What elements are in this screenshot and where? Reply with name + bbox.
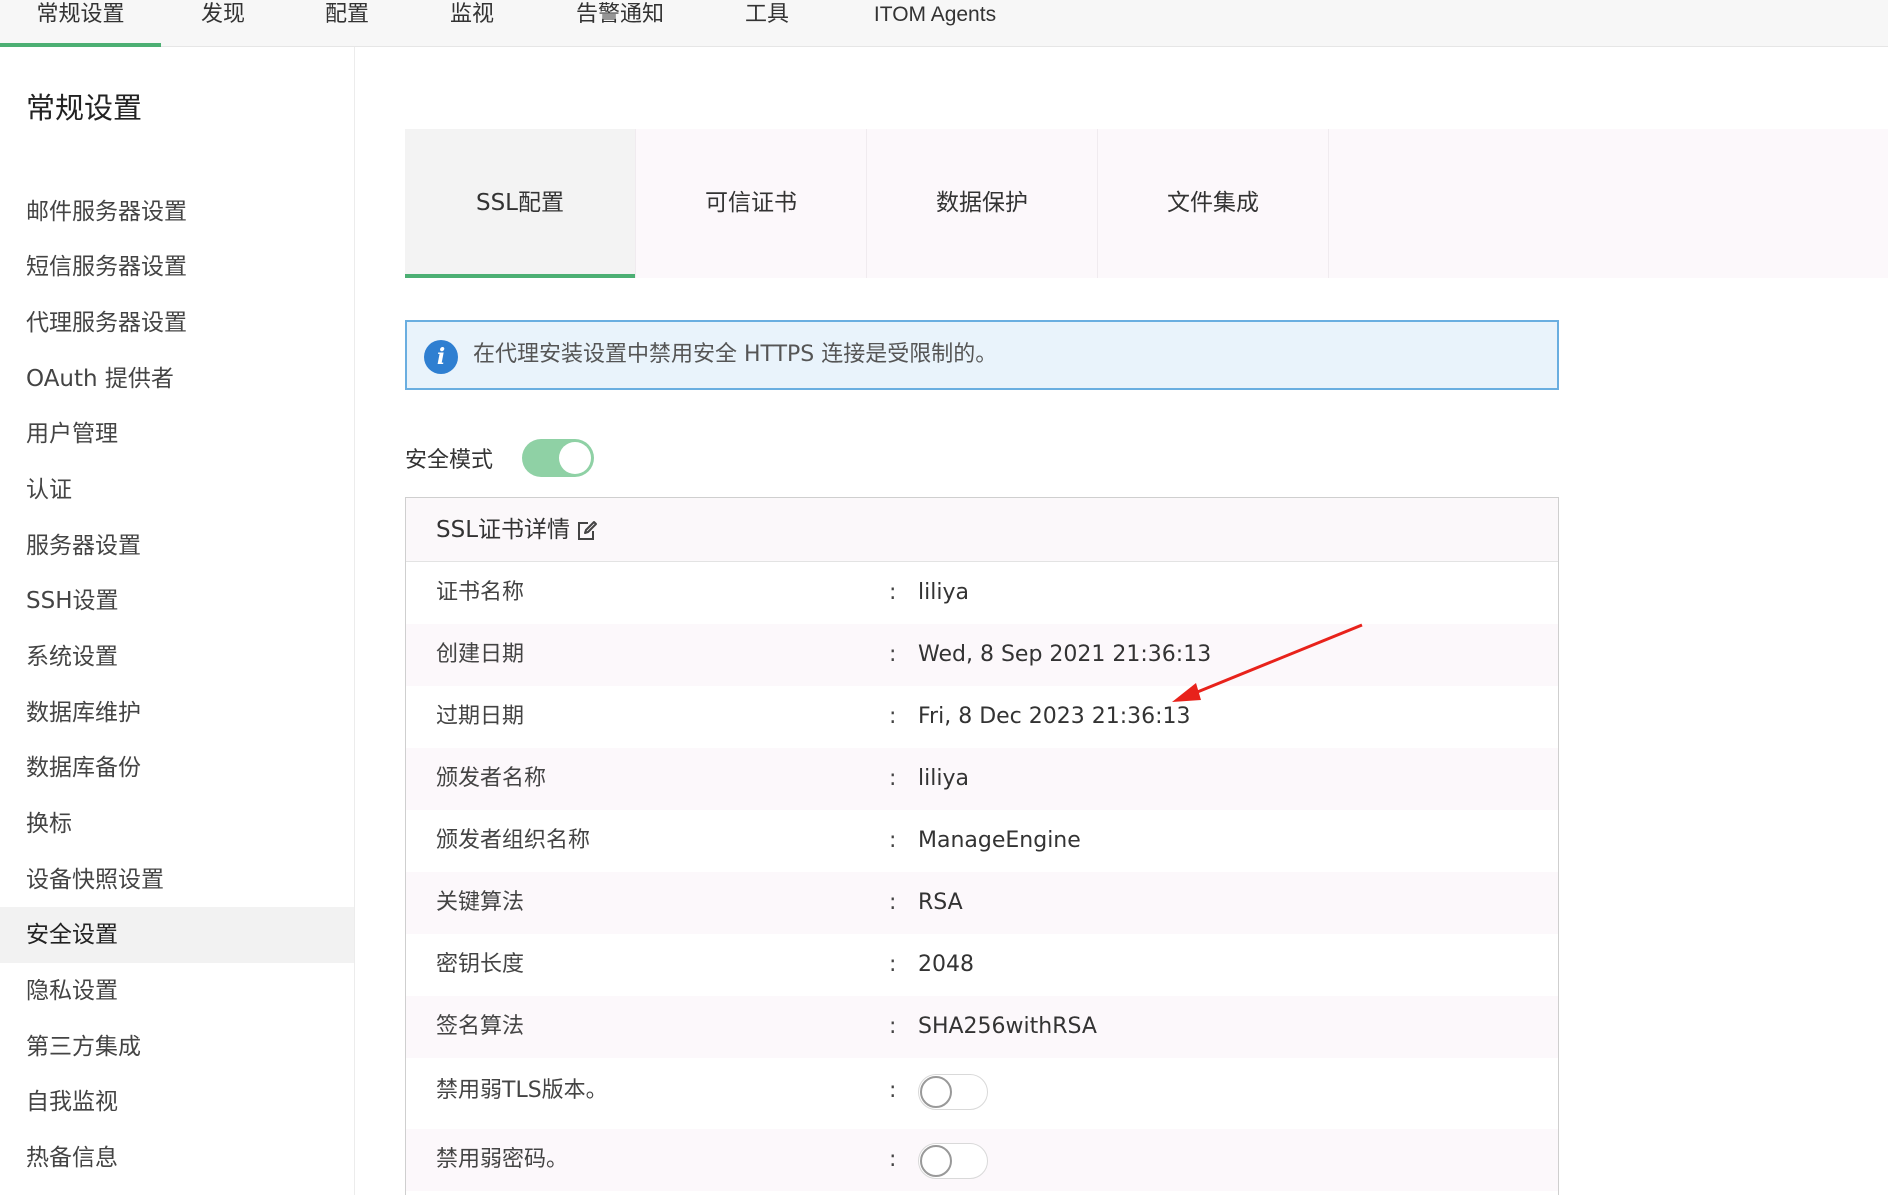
row-separator: : [889, 642, 897, 667]
row-separator: : [889, 766, 897, 791]
row-disable-weak-ciphers: 禁用弱密码。 : [406, 1129, 1558, 1191]
main-content: SSL配置 可信证书 数据保护 文件集成 i 在代理安装设置中禁用安全 HTTP… [355, 47, 1888, 1195]
row-certificate-name: 证书名称 : liliya [406, 562, 1558, 624]
edit-icon[interactable] [576, 520, 598, 542]
topnav-discovery[interactable]: 发现 [183, 0, 263, 47]
toggle-knob [559, 442, 591, 474]
row-issuer-name: 颁发者名称 : liliya [406, 748, 1558, 810]
info-alert: i 在代理安装设置中禁用安全 HTTPS 连接是受限制的。 [405, 320, 1559, 390]
top-navigation: 常规设置 发现 配置 监视 告警通知 工具 ITOM Agents [0, 0, 1888, 47]
sidebar-item-database-backup[interactable]: 数据库备份 [0, 740, 354, 796]
secure-mode-label: 安全模式 [405, 448, 494, 473]
row-separator: : [889, 828, 897, 853]
row-label: 密钥长度 [436, 952, 525, 977]
sidebar-title: 常规设置 [26, 91, 143, 125]
row-separator: : [889, 704, 897, 729]
settings-tabs: SSL配置 可信证书 数据保护 文件集成 [405, 129, 1888, 278]
row-creation-date: 创建日期 : Wed, 8 Sep 2021 21:36:13 [406, 624, 1558, 686]
row-value: ManageEngine [918, 828, 1081, 853]
sidebar-item-proxy-server[interactable]: 代理服务器设置 [0, 295, 354, 351]
sidebar-item-rebranding[interactable]: 换标 [0, 796, 354, 852]
row-issuer-organization: 颁发者组织名称 : ManageEngine [406, 810, 1558, 872]
sidebar-item-system-settings[interactable]: 系统设置 [0, 629, 354, 685]
row-key-length: 密钥长度 : 2048 [406, 934, 1558, 996]
row-label: 禁用弱TLS版本。 [436, 1078, 608, 1103]
row-separator: : [889, 952, 897, 977]
topnav-configuration[interactable]: 配置 [307, 0, 387, 47]
sidebar-item-oauth-provider[interactable]: OAuth 提供者 [0, 351, 354, 407]
ssl-certificate-panel: SSL证书详情 证书名称 : liliya 创建日期 : Wed, 8 Sep … [405, 497, 1559, 1195]
row-value: 2048 [918, 952, 974, 977]
tab-ssl-config[interactable]: SSL配置 [405, 129, 636, 278]
sidebar-item-failover-info[interactable]: 热备信息 [0, 1130, 354, 1186]
row-label: 创建日期 [436, 642, 525, 667]
tab-file-integration[interactable]: 文件集成 [1098, 129, 1329, 278]
sidebar: 常规设置 邮件服务器设置 短信服务器设置 代理服务器设置 OAuth 提供者 用… [0, 47, 355, 1195]
row-disable-weak-tls: 禁用弱TLS版本。 : [406, 1060, 1558, 1122]
row-value: Fri, 8 Dec 2023 21:36:13 [918, 704, 1191, 729]
secure-mode-toggle[interactable] [522, 439, 594, 477]
sidebar-item-third-party-integration[interactable]: 第三方集成 [0, 1019, 354, 1075]
alert-text: 在代理安装设置中禁用安全 HTTPS 连接是受限制的。 [473, 342, 998, 367]
disable-weak-ciphers-toggle[interactable] [918, 1143, 988, 1179]
panel-title: SSL证书详情 [436, 517, 571, 543]
sidebar-item-authentication[interactable]: 认证 [0, 462, 354, 518]
row-key-algorithm: 关键算法 : RSA [406, 872, 1558, 934]
row-label: 过期日期 [436, 704, 525, 729]
sidebar-item-user-management[interactable]: 用户管理 [0, 406, 354, 462]
panel-header: SSL证书详情 [406, 498, 1558, 562]
row-separator: : [889, 1078, 897, 1103]
row-label: 关键算法 [436, 890, 525, 915]
sidebar-item-privacy-settings[interactable]: 隐私设置 [0, 963, 354, 1019]
row-separator: : [889, 580, 897, 605]
row-label: 颁发者名称 [436, 766, 547, 791]
tab-trusted-certificates[interactable]: 可信证书 [636, 129, 867, 278]
toggle-knob [920, 1145, 952, 1177]
info-icon: i [424, 340, 458, 374]
row-label: 证书名称 [436, 580, 525, 605]
topnav-tools[interactable]: 工具 [727, 0, 807, 47]
sidebar-item-server-settings[interactable]: 服务器设置 [0, 518, 354, 574]
row-label: 签名算法 [436, 1014, 525, 1039]
topnav-itom-agents[interactable]: ITOM Agents [860, 0, 1010, 47]
row-label: 颁发者组织名称 [436, 828, 591, 853]
row-separator: : [889, 1014, 897, 1039]
row-value: Wed, 8 Sep 2021 21:36:13 [918, 642, 1212, 667]
row-value: RSA [918, 890, 963, 915]
topnav-monitoring[interactable]: 监视 [432, 0, 512, 47]
sidebar-item-mail-server[interactable]: 邮件服务器设置 [0, 184, 354, 240]
sidebar-item-ssh-settings[interactable]: SSH设置 [0, 573, 354, 629]
topnav-general-settings[interactable]: 常规设置 [0, 0, 161, 47]
sidebar-item-self-monitoring[interactable]: 自我监视 [0, 1074, 354, 1130]
topnav-alarm-notification[interactable]: 告警通知 [565, 0, 675, 47]
sidebar-item-sms-server[interactable]: 短信服务器设置 [0, 239, 354, 295]
row-separator: : [889, 890, 897, 915]
row-value: SHA256withRSA [918, 1014, 1097, 1039]
disable-weak-tls-toggle[interactable] [918, 1074, 988, 1110]
row-expiry-date: 过期日期 : Fri, 8 Dec 2023 21:36:13 [406, 686, 1558, 748]
row-separator: : [889, 1147, 897, 1172]
row-value: liliya [918, 766, 969, 791]
sidebar-item-security-settings[interactable]: 安全设置 [0, 907, 354, 963]
row-signature-algorithm: 签名算法 : SHA256withRSA [406, 996, 1558, 1058]
toggle-knob [920, 1076, 952, 1108]
row-label: 禁用弱密码。 [436, 1147, 569, 1172]
row-value: liliya [918, 580, 969, 605]
sidebar-item-device-snapshot[interactable]: 设备快照设置 [0, 852, 354, 908]
sidebar-item-database-maintenance[interactable]: 数据库维护 [0, 685, 354, 741]
tab-data-protection[interactable]: 数据保护 [867, 129, 1098, 278]
